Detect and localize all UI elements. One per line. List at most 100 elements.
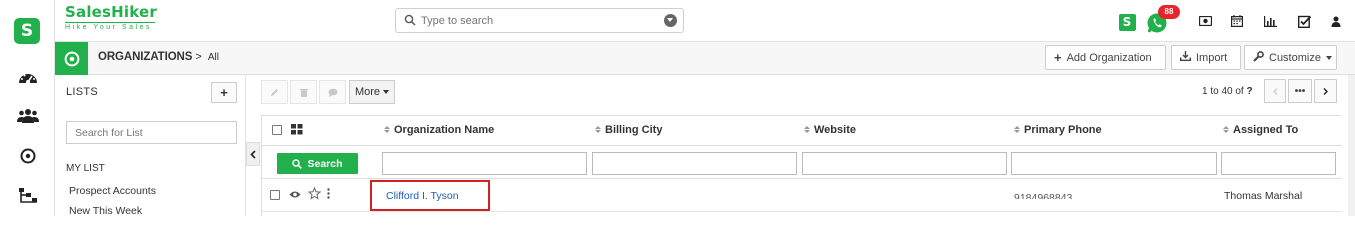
page-options-button[interactable]: •••	[1288, 79, 1312, 103]
global-search[interactable]	[395, 8, 684, 33]
lists-title: LISTS	[66, 86, 99, 98]
app-rail: S	[0, 0, 55, 216]
saleshiker-app-icon[interactable]: S	[1118, 13, 1136, 31]
notification-badge[interactable]: 88	[1158, 5, 1180, 19]
table-row[interactable]: Clifford I. Tyson 9184968843 Thomas Mars…	[262, 180, 1342, 212]
column-label: Website	[814, 124, 856, 136]
comment-icon	[328, 88, 337, 97]
edit-button[interactable]	[261, 80, 288, 104]
download-icon	[1180, 51, 1191, 64]
column-website[interactable]: Website	[804, 124, 856, 136]
customize-button[interactable]: Customize	[1244, 45, 1337, 70]
add-list-button[interactable]: +	[211, 82, 237, 103]
comment-button[interactable]	[319, 80, 346, 104]
chevron-left-icon	[1272, 87, 1277, 95]
collapse-panel-button[interactable]	[246, 142, 260, 166]
filter-website-input[interactable]	[802, 152, 1007, 175]
previous-page-button[interactable]	[1264, 79, 1286, 103]
sort-icon	[1014, 126, 1020, 133]
brand-logo[interactable]: SalesHiker Hike Your Sales	[65, 4, 157, 31]
filter-billing-city-input[interactable]	[592, 152, 797, 175]
column-label: Assigned To	[1233, 124, 1299, 136]
trash-icon	[299, 88, 308, 97]
dashboard-icon[interactable]	[17, 67, 39, 87]
vertical-scrollbar[interactable]	[1348, 75, 1355, 216]
filter-primary-phone-input[interactable]	[1011, 152, 1217, 175]
calendar-icon[interactable]	[1228, 12, 1246, 30]
brand-tagline: Hike Your Sales	[65, 22, 155, 31]
column-primary-phone[interactable]: Primary Phone	[1014, 124, 1102, 136]
chevron-right-icon	[1323, 87, 1328, 95]
column-label: Primary Phone	[1024, 124, 1102, 136]
module-bar: ORGANIZATIONS > All + Add Organization I…	[55, 42, 1355, 75]
column-organization-name[interactable]: Organization Name	[384, 124, 494, 136]
delete-button[interactable]	[290, 80, 317, 104]
customize-label: Customize	[1269, 51, 1321, 64]
column-assigned-to[interactable]: Assigned To	[1223, 124, 1298, 136]
search-icon	[292, 158, 303, 169]
chevron-down-icon	[1325, 55, 1332, 60]
list-search-input[interactable]	[66, 121, 237, 144]
add-organization-button[interactable]: + Add Organization	[1045, 45, 1166, 70]
reports-chart-icon[interactable]	[1261, 12, 1279, 30]
page-range: 1 to 40	[1202, 86, 1233, 97]
column-billing-city[interactable]: Billing City	[595, 124, 662, 136]
more-actions-button[interactable]: More	[349, 80, 395, 104]
eye-icon[interactable]	[289, 190, 301, 202]
column-label: Billing City	[605, 124, 663, 136]
breadcrumb: ORGANIZATIONS > All	[98, 51, 219, 63]
target-icon[interactable]	[17, 146, 39, 166]
search-options-chevron-icon[interactable]	[664, 14, 677, 27]
filter-assigned-to-input[interactable]	[1221, 152, 1336, 175]
add-organization-label: Add Organization	[1066, 51, 1152, 64]
users-icon[interactable]	[17, 106, 39, 126]
primary-phone-cell: 9184968843	[1014, 192, 1073, 199]
chevron-left-icon	[250, 149, 256, 159]
search-button[interactable]: Search	[277, 153, 358, 174]
assigned-to-cell: Thomas Marshal	[1224, 190, 1303, 202]
page-total[interactable]: ?	[1247, 86, 1253, 97]
module-title[interactable]: ORGANIZATIONS	[98, 51, 192, 63]
current-view: All	[207, 52, 220, 63]
app-logo[interactable]: S	[14, 18, 40, 44]
global-search-input[interactable]	[421, 12, 651, 29]
sort-icon	[384, 126, 390, 133]
select-all-checkbox[interactable]	[272, 125, 282, 135]
wrench-icon	[1253, 50, 1264, 65]
pencil-icon	[271, 88, 278, 96]
list-toolbar: More 1 to 40 of ? •••	[261, 75, 1341, 107]
lists-panel: LISTS + MY LIST Prospect Accounts New Th…	[55, 75, 246, 217]
row-checkbox[interactable]	[270, 190, 280, 200]
user-icon[interactable]	[1327, 12, 1345, 30]
import-button[interactable]: Import	[1171, 45, 1241, 70]
organizations-table: Organization Name Billing City Website P…	[261, 115, 1342, 216]
search-button-label: Search	[307, 157, 343, 170]
tasks-check-icon[interactable]	[1295, 12, 1313, 30]
search-icon	[404, 14, 416, 29]
hierarchy-icon[interactable]	[17, 186, 39, 206]
pagination-info: 1 to 40 of ?	[1202, 86, 1253, 97]
highlight-box	[370, 180, 490, 211]
table-header-row: Organization Name Billing City Website P…	[262, 116, 1342, 146]
row-menu-icon[interactable]	[327, 188, 330, 202]
import-label: Import	[1196, 51, 1228, 64]
column-layout-icon[interactable]	[291, 124, 303, 138]
filter-row: Search	[262, 147, 1342, 179]
sort-icon	[1223, 126, 1229, 133]
page-of: of	[1235, 86, 1244, 97]
column-label: Organization Name	[394, 124, 495, 136]
chevron-down-icon	[383, 90, 390, 94]
filter-organization-name-input[interactable]	[382, 152, 587, 175]
list-item-prospect-accounts[interactable]: Prospect Accounts	[69, 185, 156, 197]
next-page-button[interactable]	[1314, 79, 1337, 103]
module-target-icon[interactable]	[55, 42, 88, 75]
brand-name: SalesHiker	[65, 3, 158, 21]
star-icon[interactable]	[307, 186, 322, 203]
my-list-heading: MY LIST	[66, 163, 105, 174]
more-label: More	[354, 86, 381, 98]
list-item-new-this-week[interactable]: New This Week	[69, 205, 142, 217]
camera-icon[interactable]	[1196, 12, 1214, 30]
breadcrumb-separator: >	[195, 51, 202, 63]
sort-icon	[595, 126, 601, 133]
plus-icon: +	[1054, 50, 1062, 65]
